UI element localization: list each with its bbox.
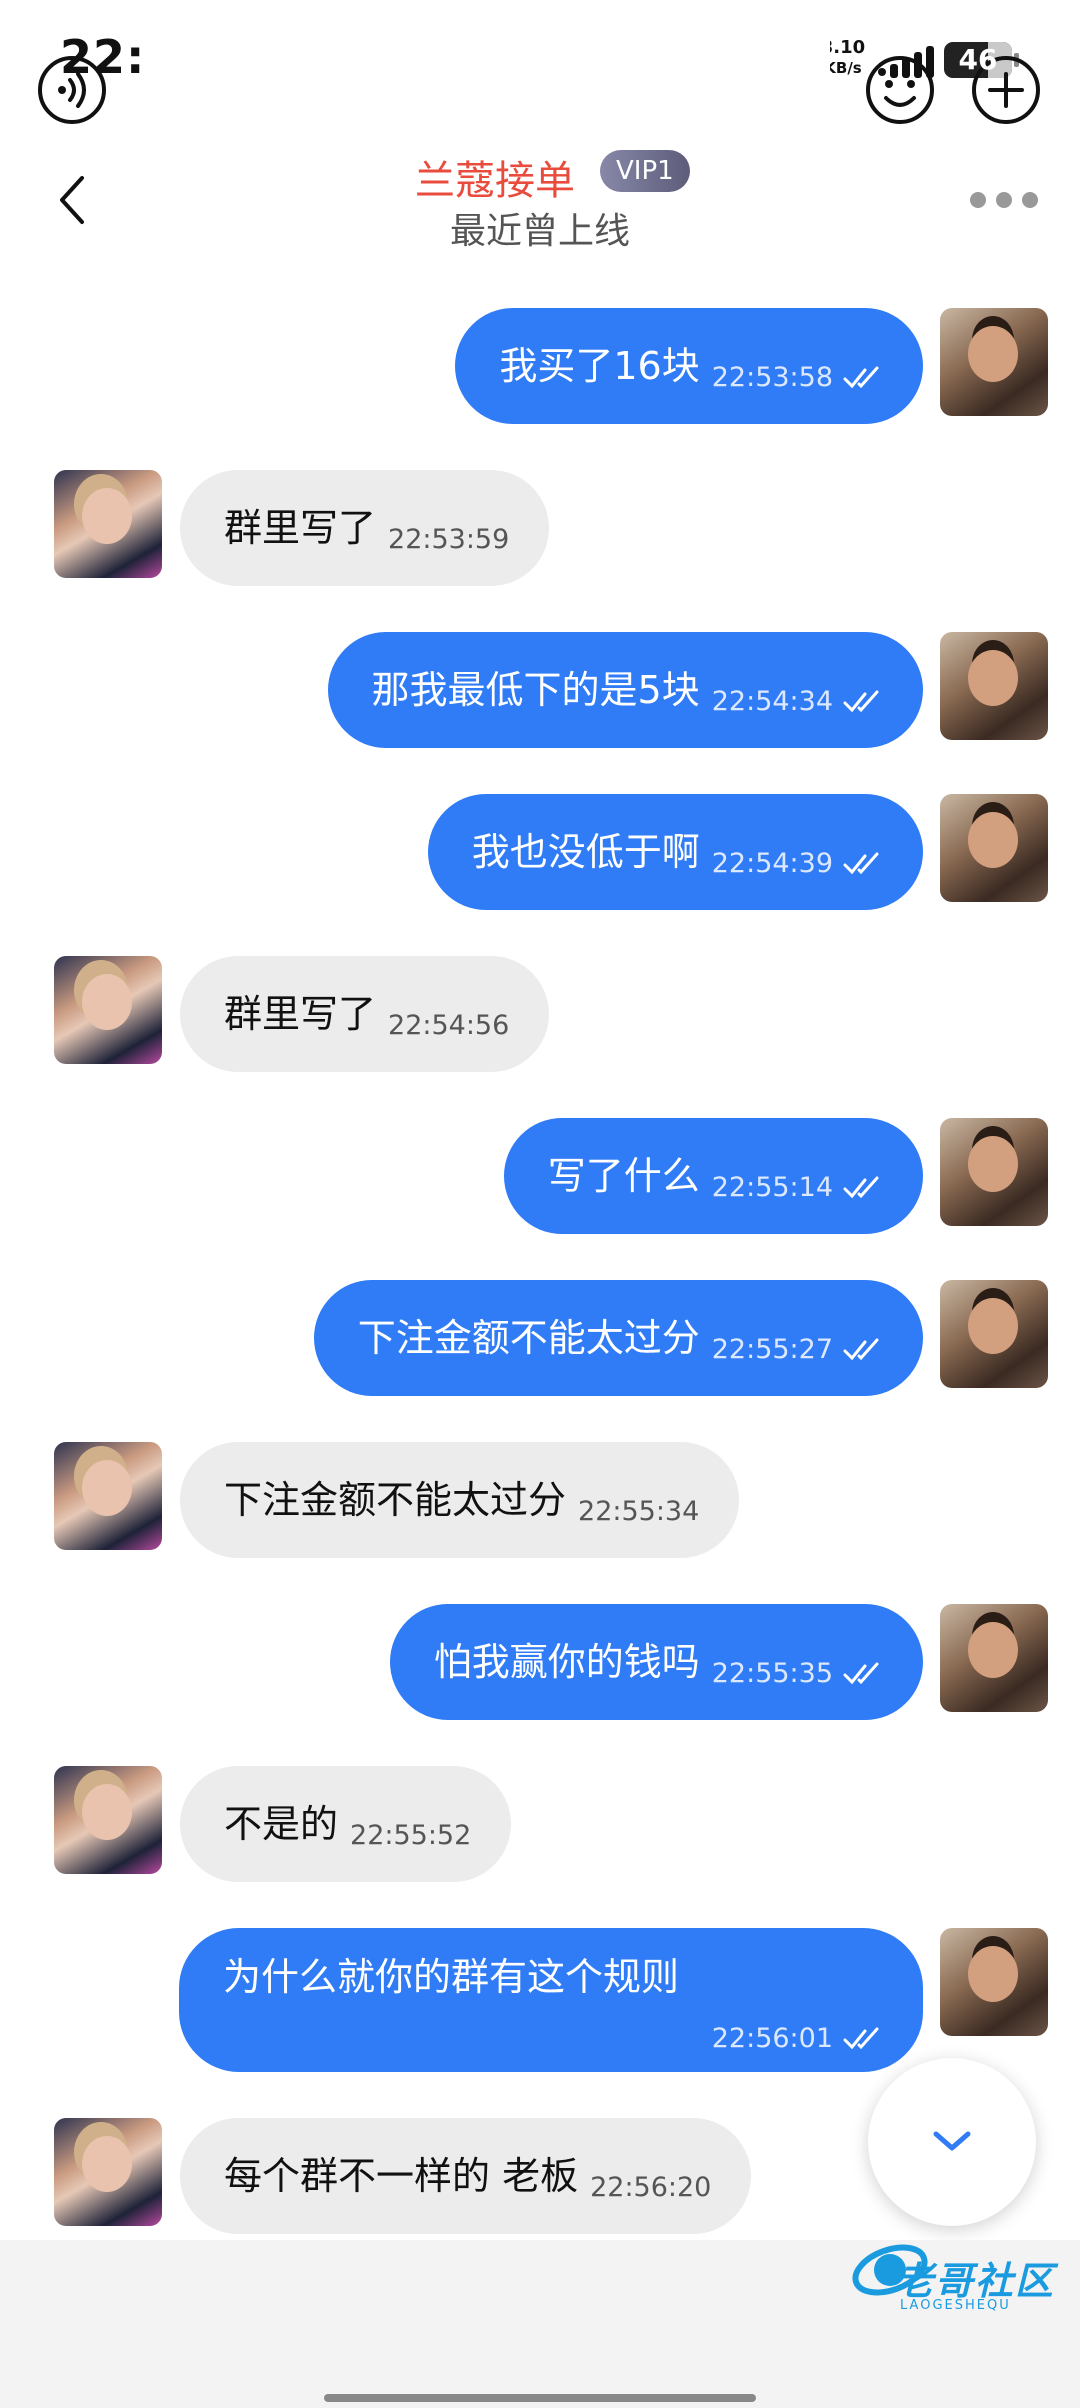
message-bubble[interactable]: 不是的 22:55:52 bbox=[180, 1766, 512, 1882]
home-indicator[interactable] bbox=[324, 2394, 756, 2402]
chat-header: 兰蔻接单 VIP1 最近曾上线 bbox=[0, 130, 1080, 270]
more-dots-icon[interactable] bbox=[968, 190, 1040, 210]
avatar-contact[interactable] bbox=[54, 956, 162, 1064]
message-text: 下注金额不能太过分 bbox=[357, 1316, 700, 1360]
avatar-self[interactable] bbox=[940, 1118, 1048, 1226]
message-bubble[interactable]: 写了什么 22:55:14 bbox=[503, 1118, 923, 1234]
chevron-down-icon bbox=[933, 2131, 971, 2151]
message-text: 不是的 bbox=[224, 1802, 339, 1846]
message-time: 22:54:34 bbox=[711, 686, 833, 717]
message-time: 22:55:14 bbox=[711, 1172, 833, 1203]
message-time: 22:53:58 bbox=[711, 362, 833, 393]
double-check-icon bbox=[843, 1338, 879, 1361]
message-text: 下注金额不能太过分 bbox=[224, 1478, 567, 1522]
message-bubble[interactable]: 群里写了 22:54:56 bbox=[180, 956, 550, 1072]
message-meta: 22:56:01 bbox=[700, 2023, 883, 2054]
emoji-icon[interactable] bbox=[864, 54, 936, 126]
message-text: 群里写了 bbox=[224, 506, 377, 550]
message-bubble[interactable]: 那我最低下的是5块 22:54:34 bbox=[327, 632, 923, 748]
avatar-self[interactable] bbox=[940, 632, 1048, 740]
message-input[interactable] bbox=[142, 26, 830, 134]
message-bubble[interactable]: 我买了16块 22:53:58 bbox=[455, 308, 923, 424]
avatar-contact[interactable] bbox=[54, 470, 162, 578]
message-text: 为什么就你的群有这个规则 bbox=[223, 1955, 680, 1999]
double-check-icon bbox=[843, 1176, 879, 1199]
message-time: 22:55:35 bbox=[711, 1658, 833, 1689]
message-bubble[interactable]: 群里写了 22:53:59 bbox=[180, 470, 550, 586]
avatar-self[interactable] bbox=[940, 1604, 1048, 1712]
message-bubble[interactable]: 我也没低于啊 22:54:39 bbox=[427, 794, 923, 910]
avatar-contact[interactable] bbox=[54, 2118, 162, 2226]
message-time: 22:54:39 bbox=[711, 848, 833, 879]
message-text: 那我最低下的是5块 bbox=[371, 668, 700, 712]
message-time: 22:56:20 bbox=[590, 2172, 712, 2203]
message-time: 22:54:56 bbox=[388, 1010, 510, 1041]
avatar-self[interactable] bbox=[940, 1280, 1048, 1388]
message-bubble[interactable]: 下注金额不能太过分 22:55:34 bbox=[180, 1442, 740, 1558]
double-check-icon bbox=[843, 2027, 879, 2050]
message-text: 我买了16块 bbox=[499, 344, 700, 388]
message-time: 22:55:34 bbox=[578, 1496, 700, 1527]
watermark-text: 老哥社区 bbox=[895, 2259, 1056, 2303]
double-check-icon bbox=[843, 1662, 879, 1685]
message-time: 22:55:27 bbox=[711, 1334, 833, 1365]
message-bubble[interactable]: 怕我赢你的钱吗 22:55:35 bbox=[389, 1604, 923, 1720]
online-status: 最近曾上线 bbox=[449, 211, 630, 252]
avatar-self[interactable] bbox=[940, 308, 1048, 416]
avatar-contact[interactable] bbox=[54, 1766, 162, 1874]
vip-badge: VIP1 bbox=[600, 150, 690, 192]
message-text: 每个群不一样的 老板 bbox=[224, 2154, 579, 2198]
avatar-self[interactable] bbox=[940, 1928, 1048, 2036]
voice-icon[interactable] bbox=[36, 54, 108, 126]
message-time: 22:56:01 bbox=[711, 2023, 833, 2054]
message-text: 写了什么 bbox=[547, 1154, 700, 1198]
watermark-subtext: LAOGESHEQU bbox=[900, 2298, 1011, 2313]
contact-name[interactable]: 兰蔻接单 bbox=[415, 148, 575, 206]
message-text: 群里写了 bbox=[224, 992, 377, 1036]
message-time: 22:53:59 bbox=[388, 524, 510, 555]
message-bubble[interactable]: 每个群不一样的 老板 22:56:20 bbox=[180, 2118, 752, 2234]
message-time: 22:55:52 bbox=[350, 1820, 472, 1851]
message-bubble[interactable]: 为什么就你的群有这个规则 22:56:01 bbox=[179, 1928, 923, 2072]
double-check-icon bbox=[843, 366, 879, 389]
battery-level: 46 bbox=[958, 43, 998, 76]
message-text: 我也没低于啊 bbox=[471, 830, 700, 874]
avatar-self[interactable] bbox=[940, 794, 1048, 902]
double-check-icon bbox=[843, 690, 879, 713]
avatar-contact[interactable] bbox=[54, 1442, 162, 1550]
message-text: 怕我赢你的钱吗 bbox=[433, 1640, 700, 1684]
message-bubble[interactable]: 下注金额不能太过分 22:55:27 bbox=[313, 1280, 923, 1396]
double-check-icon bbox=[843, 852, 879, 875]
